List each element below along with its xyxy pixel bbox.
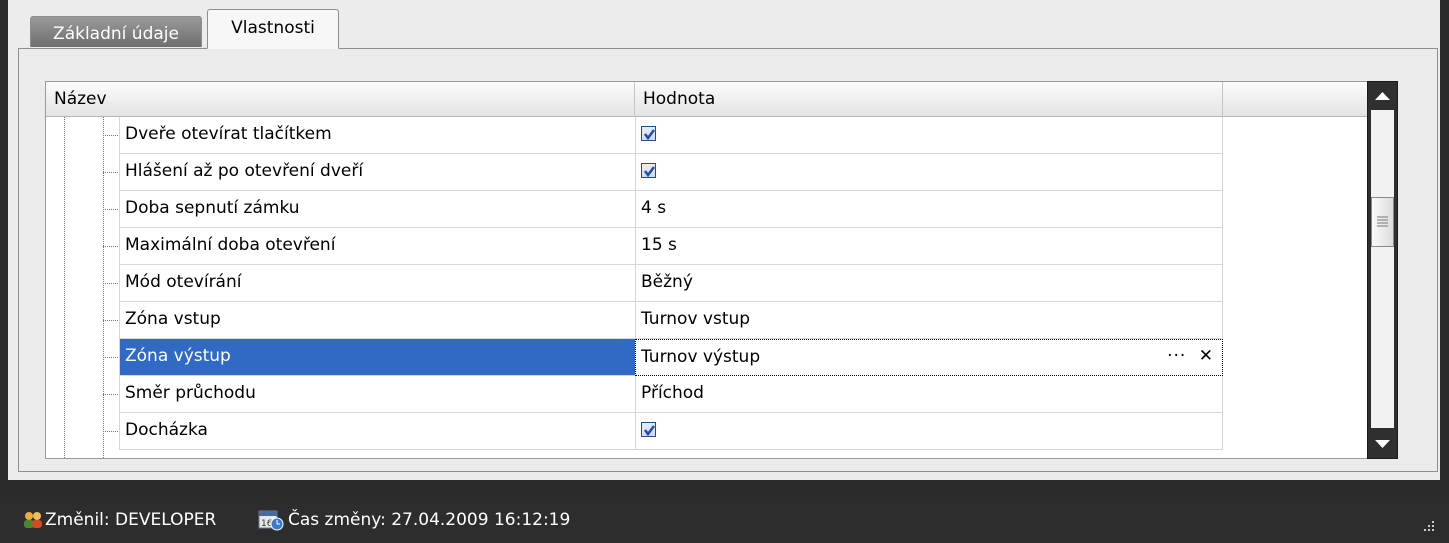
- checkbox-checked[interactable]: [641, 126, 656, 141]
- browse-button[interactable]: ···: [1167, 346, 1186, 366]
- table-row[interactable]: Zóna výstup Turnov výstup ··· ✕: [46, 339, 1368, 376]
- property-value-cell[interactable]: 4 s: [635, 191, 1223, 228]
- checkbox-checked[interactable]: [641, 422, 656, 437]
- property-value-text: Turnov výstup: [641, 347, 761, 367]
- left-frame: [0, 0, 8, 490]
- change-time-label: Čas změny: 27.04.2009 16:12:19: [288, 510, 571, 530]
- property-grid[interactable]: Název Hodnota Dveře otevírat tlačítkem Hl…: [45, 81, 1398, 459]
- checkbox-checked[interactable]: [641, 163, 656, 178]
- status-bar: Změnil: DEVELOPER 16 Čas změny: 27.04.20…: [0, 497, 1449, 543]
- property-value-text: 4 s: [641, 198, 667, 218]
- property-name-cell[interactable]: Maximální doba otevření: [119, 228, 635, 265]
- property-name-cell[interactable]: Dveře otevírat tlačítkem: [119, 117, 635, 154]
- property-value-cell[interactable]: Příchod: [635, 376, 1223, 413]
- property-value-cell[interactable]: 15 s: [635, 228, 1223, 265]
- arrow-down-icon[interactable]: [1368, 429, 1397, 458]
- property-value-cell[interactable]: [635, 154, 1223, 191]
- property-value-cell[interactable]: Běžný: [635, 265, 1223, 302]
- tree-branch-line: [103, 320, 118, 321]
- tree-branch-line: [103, 246, 118, 247]
- column-header-value[interactable]: Hodnota: [635, 82, 1223, 117]
- column-header-label: Název: [54, 89, 107, 109]
- table-row[interactable]: Mód otevírání Běžný: [46, 265, 1368, 302]
- tab-label: Vlastnosti: [231, 18, 315, 38]
- checkmark-icon: [644, 166, 655, 178]
- property-name-cell[interactable]: Zóna výstup: [119, 339, 635, 376]
- arrow-up-icon[interactable]: [1368, 82, 1397, 111]
- property-name-cell[interactable]: Mód otevírání: [119, 265, 635, 302]
- resize-grip-icon[interactable]: [1420, 517, 1436, 538]
- tree-branch-line: [103, 283, 118, 284]
- property-name-cell[interactable]: Směr průchodu: [119, 376, 635, 413]
- property-value-text: Turnov vstup: [641, 309, 751, 329]
- tree-branch-line: [103, 357, 118, 358]
- checkmark-icon: [644, 425, 655, 437]
- calendar-clock-icon: 16: [258, 509, 284, 536]
- property-name-cell[interactable]: Hlášení až po otevření dveří: [119, 154, 635, 191]
- scrollbar-thumb[interactable]: [1371, 197, 1394, 247]
- property-name-cell[interactable]: Doba sepnutí zámku: [119, 191, 635, 228]
- tree-branch-line: [103, 394, 118, 395]
- property-value-text: 15 s: [641, 235, 677, 255]
- tab-zakladni-udaje[interactable]: Základní údaje: [30, 16, 202, 47]
- value-edit-buttons: ··· ✕: [1167, 346, 1214, 366]
- property-value-cell[interactable]: Turnov výstup ··· ✕: [635, 339, 1223, 376]
- property-value-cell[interactable]: [635, 117, 1223, 154]
- table-row[interactable]: Docházka: [46, 413, 1368, 450]
- property-value-text: Běžný: [641, 272, 693, 292]
- changed-by-label: Změnil: DEVELOPER: [45, 510, 217, 530]
- property-value-text: Příchod: [641, 383, 704, 403]
- tab-vlastnosti[interactable]: Vlastnosti: [207, 9, 339, 49]
- table-row[interactable]: Hlášení až po otevření dveří: [46, 154, 1368, 191]
- tree-branch-line: [103, 431, 118, 432]
- scrollbar-track[interactable]: [1371, 110, 1394, 428]
- tree-branch-line: [103, 172, 118, 173]
- tab-label: Základní údaje: [53, 24, 179, 44]
- right-frame: [1440, 0, 1449, 490]
- tree-branch-line: [103, 135, 118, 136]
- table-row[interactable]: Maximální doba otevření 15 s: [46, 228, 1368, 265]
- checkmark-icon: [644, 129, 655, 141]
- table-row[interactable]: Dveře otevírat tlačítkem: [46, 117, 1368, 154]
- column-header-label: Hodnota: [643, 89, 716, 109]
- table-row[interactable]: Směr průchodu Příchod: [46, 376, 1368, 413]
- property-value-cell[interactable]: [635, 413, 1223, 450]
- table-row[interactable]: Doba sepnutí zámku 4 s: [46, 191, 1368, 228]
- grid-header: Název Hodnota: [46, 82, 1368, 117]
- property-name-cell[interactable]: Docházka: [119, 413, 635, 450]
- clear-button[interactable]: ✕: [1199, 346, 1214, 366]
- vertical-scrollbar[interactable]: [1367, 81, 1398, 459]
- property-value-cell[interactable]: Turnov vstup: [635, 302, 1223, 339]
- property-name-cell[interactable]: Zóna vstup: [119, 302, 635, 339]
- users-icon: [22, 510, 44, 535]
- tree-branch-line: [103, 209, 118, 210]
- table-row[interactable]: Zóna vstup Turnov vstup: [46, 302, 1368, 339]
- column-header-name[interactable]: Název: [46, 82, 635, 117]
